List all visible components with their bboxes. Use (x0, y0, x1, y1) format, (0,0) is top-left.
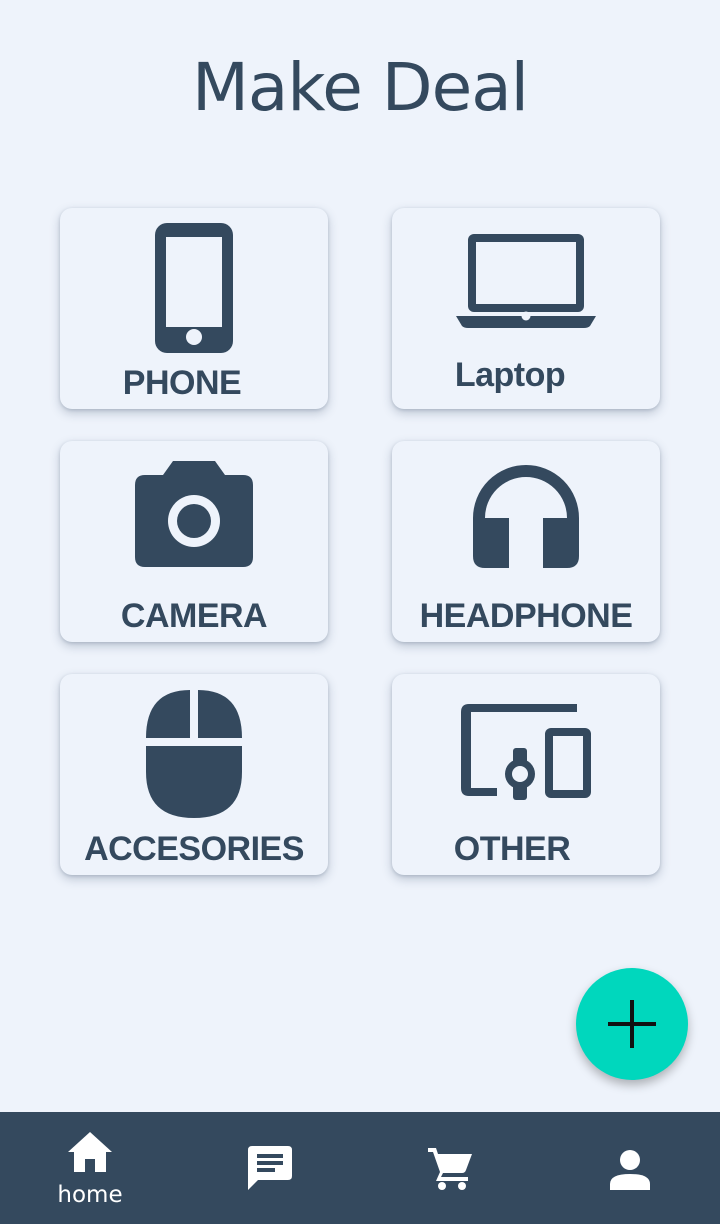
camera-icon (135, 461, 253, 567)
mouse-icon (146, 690, 242, 818)
person-icon (610, 1150, 650, 1190)
nav-item-profile[interactable] (540, 1112, 720, 1224)
cart-icon (428, 1148, 472, 1190)
nav-item-messages[interactable] (180, 1112, 360, 1224)
category-label-laptop: Laptop (454, 356, 566, 394)
category-card-accessories[interactable]: ACCESORIES (60, 674, 328, 875)
chat-icon (248, 1146, 292, 1190)
bottom-navigation: home (0, 1112, 720, 1224)
category-label-headphone: HEADPHONE (419, 597, 633, 635)
headphone-icon (473, 465, 579, 568)
nav-label-home: home (57, 1182, 123, 1208)
category-card-other[interactable]: OTHER (392, 674, 660, 875)
category-card-camera[interactable]: CAMERA (60, 441, 328, 642)
phone-icon (155, 223, 233, 353)
laptop-icon (456, 234, 596, 328)
add-button[interactable] (576, 968, 688, 1080)
category-label-accessories: ACCESORIES (84, 830, 304, 868)
nav-item-cart[interactable] (360, 1112, 540, 1224)
category-label-other: OTHER (453, 830, 571, 868)
category-label-camera: CAMERA (120, 597, 268, 635)
nav-item-home[interactable]: home (0, 1112, 180, 1224)
category-card-laptop[interactable]: Laptop (392, 208, 660, 409)
category-label-phone: PHONE (122, 364, 242, 402)
plus-icon (608, 1000, 656, 1048)
home-icon (68, 1132, 112, 1172)
devices-icon (461, 704, 591, 800)
category-card-headphone[interactable]: HEADPHONE (392, 441, 660, 642)
category-card-phone[interactable]: PHONE (60, 208, 328, 409)
app-title: Make Deal (191, 49, 529, 126)
